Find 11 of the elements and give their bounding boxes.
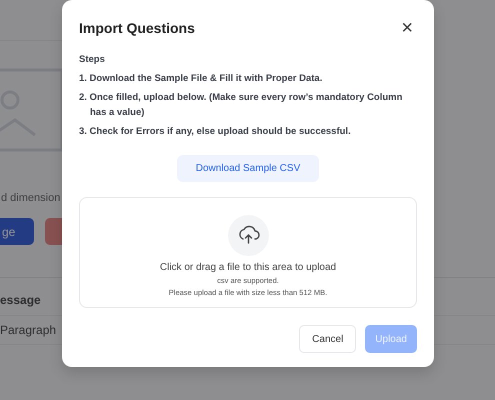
step-text: 1. Download the Sample File & Fill it with Proper Data.: [79, 72, 324, 86]
step-text: 3. Check for Errors if any, else upload should be successful.: [79, 125, 352, 139]
steps-heading: Steps: [79, 53, 106, 67]
cloud-upload-icon: [228, 214, 268, 256]
dropzone-title: Click or drag a file to this area to upload: [160, 262, 336, 273]
cancel-button[interactable]: Cancel: [299, 325, 356, 353]
download-sample-button[interactable]: Download Sample CSV: [177, 155, 319, 182]
dialog-title: Import Questions: [79, 20, 195, 36]
step-text: 2. Once filled, upload below. (Make sure every row’s mandatory Column has a value): [79, 91, 404, 120]
caption-text: d dimension: [1, 192, 62, 204]
close-button[interactable]: ×: [397, 18, 417, 38]
